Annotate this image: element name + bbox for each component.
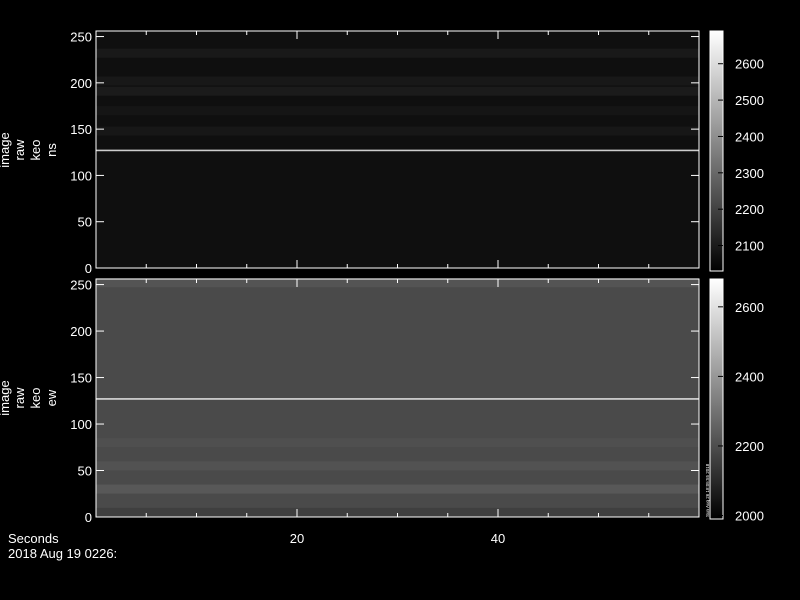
y-label-line-3: keo	[28, 388, 43, 409]
x-tick-label: 40	[491, 531, 505, 546]
panel-ns: 0 50 100 150 200 250 image raw keo ns 2100 220…	[0, 30, 764, 276]
keogram-figure: 050100150200250 image raw keo ns 2100220…	[0, 30, 764, 561]
colorbar-ew-ticks: 2000 2200 2400 2600	[718, 300, 764, 524]
colorbar-tick-label: 2400	[735, 129, 764, 144]
x-tick-label: 20	[290, 531, 304, 546]
intensity-band	[96, 438, 699, 448]
colorbar-tick-label: 2200	[735, 439, 764, 454]
y-label-line-4: ew	[44, 389, 59, 406]
colorbar-ns: 2100 2200 2300 2400 2500 2600	[709, 30, 764, 272]
colorbar-ns-gradient	[709, 30, 724, 272]
y-label-line-2: raw	[12, 387, 27, 409]
intensity-band	[96, 398, 699, 400]
y-tick-label: 100	[70, 417, 92, 432]
colorbar-ew: 2000 2200 2400 2600 Sun Aug 26 18:05:55 201…	[705, 278, 764, 524]
intensity-band	[96, 484, 699, 494]
y-tick-label: 200	[70, 76, 92, 91]
panel-ew: 0 50 100 150 200 250 20 40 image raw keo ew 20…	[0, 278, 764, 546]
colorbar-ns-ticks: 2100 2200 2300 2400 2500 2600	[718, 57, 764, 254]
y-label-line-4: ns	[44, 143, 59, 157]
intensity-band	[96, 86, 699, 96]
y-label-line-3: keo	[28, 140, 43, 161]
colorbar-ew-gradient	[709, 278, 724, 520]
colorbar-tick-label: 2600	[735, 57, 764, 72]
y-label-ns: image raw keo ns	[0, 132, 59, 167]
y-tick-label: 100	[70, 168, 92, 183]
colorbar-tick-label: 2100	[735, 239, 764, 254]
y-tick-label: 50	[78, 215, 92, 230]
y-tick-label: 250	[70, 30, 92, 45]
heatmap-ew	[96, 278, 699, 517]
y-tick-label: 50	[78, 464, 92, 479]
y-tick-label: 250	[70, 278, 92, 293]
intensity-band	[96, 126, 699, 136]
y-tick-label: 0	[85, 261, 92, 276]
heatmap-background	[96, 279, 699, 517]
intensity-band	[96, 149, 699, 152]
colorbar-tick-label: 2400	[735, 369, 764, 384]
y-tick-label: 200	[70, 324, 92, 339]
date-label: 2018 Aug 19 0226:	[8, 546, 117, 561]
intensity-band	[96, 106, 699, 116]
colorbar-ew-timestamp: Sun Aug 26 18:05:55 2018	[705, 463, 710, 517]
y-tick-label: 150	[70, 122, 92, 137]
y-label-ew: image raw keo ew	[0, 380, 59, 415]
colorbar-tick-label: 2200	[735, 202, 764, 217]
colorbar-tick-label: 2300	[735, 166, 764, 181]
colorbar-tick-label: 2000	[735, 509, 764, 524]
y-label-line-2: raw	[12, 139, 27, 161]
colorbar-tick-label: 2600	[735, 300, 764, 315]
heatmap-background	[96, 31, 699, 268]
intensity-band	[96, 76, 699, 86]
x-axis-label: Seconds	[8, 531, 59, 546]
intensity-band	[96, 48, 699, 58]
colorbar-tick-label: 2500	[735, 93, 764, 108]
heatmap-ns	[96, 31, 699, 268]
y-tick-label: 150	[70, 371, 92, 386]
y-label-line-1: image	[0, 132, 12, 167]
y-label-line-1: image	[0, 380, 12, 415]
intensity-band	[96, 461, 699, 471]
y-tick-label: 0	[85, 510, 92, 525]
